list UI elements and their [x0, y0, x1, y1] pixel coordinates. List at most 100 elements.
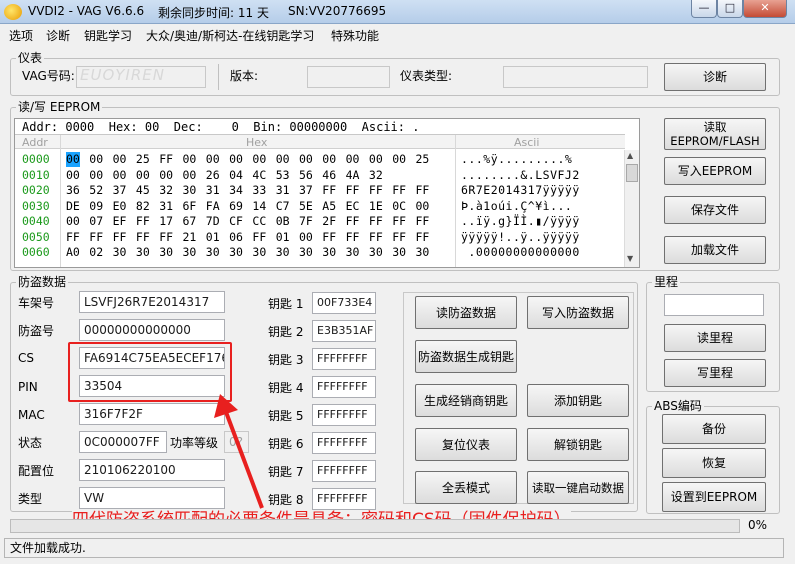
- hex-byte[interactable]: 07: [89, 214, 103, 229]
- hex-byte[interactable]: 09: [89, 199, 103, 214]
- hex-byte[interactable]: 00: [159, 168, 173, 183]
- minimize-button[interactable]: —: [691, 0, 717, 18]
- all-keys-lost-button[interactable]: 全丢模式: [415, 471, 517, 504]
- menu-online-key-learn[interactable]: 大众/奥迪/斯柯达-在线钥匙学习: [146, 27, 314, 44]
- hex-byte[interactable]: 37: [113, 183, 127, 198]
- key-field-4[interactable]: FFFFFFFF: [312, 376, 376, 398]
- hex-byte[interactable]: 01: [276, 230, 290, 245]
- hex-row[interactable]: 0060 A0 02 30 30 30 30 30 30 30 30 30 30 30 30 30 30 .00…: [22, 245, 622, 260]
- hex-byte[interactable]: FF: [136, 214, 150, 229]
- key-field-1[interactable]: 00F733E4: [312, 292, 376, 314]
- hex-byte[interactable]: 25: [416, 152, 430, 167]
- unlock-key-button[interactable]: 解锁钥匙: [527, 428, 629, 461]
- key-field-2[interactable]: E3B351AF: [312, 320, 376, 342]
- hex-byte[interactable]: 30: [369, 245, 383, 260]
- hex-byte[interactable]: 30: [346, 245, 360, 260]
- hex-row[interactable]: 0010 00 00 00 00 00 00 26 04 4C 53 56 46 4A 32........…: [22, 168, 622, 183]
- hex-row[interactable]: 0020 36 52 37 45 32 30 31 34 33 31 37 FF FF FF FF FF 6R7E…: [22, 183, 622, 198]
- hex-byte[interactable]: 46: [322, 168, 336, 183]
- hex-byte[interactable]: 02: [89, 245, 103, 260]
- hex-byte[interactable]: 0C: [392, 199, 406, 214]
- hex-byte[interactable]: 00: [229, 152, 243, 167]
- hex-byte[interactable]: 25: [136, 152, 150, 167]
- hex-byte[interactable]: FF: [66, 230, 80, 245]
- hex-byte[interactable]: 30: [183, 183, 197, 198]
- hex-row[interactable]: 0000 00 00 00 25 FF 00 00 00 00 00 00 00 00 00 00 25...%…: [22, 152, 622, 167]
- vin-field[interactable]: LSVFJ26R7E2014317: [79, 291, 225, 313]
- hex-byte[interactable]: 04: [229, 168, 243, 183]
- hex-byte[interactable]: 00: [276, 152, 290, 167]
- hex-byte[interactable]: 37: [299, 183, 313, 198]
- read-mileage-button[interactable]: 读里程: [664, 324, 766, 352]
- close-button[interactable]: ✕: [743, 0, 787, 18]
- hex-byte[interactable]: 2F: [322, 214, 336, 229]
- abs-restore-button[interactable]: 恢复: [662, 448, 766, 478]
- read-eeprom-button[interactable]: 读取 EEPROM/FLASH: [664, 118, 766, 150]
- scroll-thumb[interactable]: [626, 164, 638, 182]
- key-field-8[interactable]: FFFFFFFF: [312, 488, 376, 510]
- gen-dealer-key-button[interactable]: 生成经销商钥匙: [415, 384, 517, 417]
- read-keyless-data-button[interactable]: 读取一键启动数据: [527, 471, 629, 504]
- hex-row[interactable]: 0040 00 07 EF FF 17 67 7D CF CC 0B 7F 2F FF FF FF FF ..ïÿ…: [22, 214, 622, 229]
- hex-byte[interactable]: C7: [276, 199, 290, 214]
- write-mileage-button[interactable]: 写里程: [664, 359, 766, 387]
- hex-byte[interactable]: FF: [113, 230, 127, 245]
- add-key-button[interactable]: 添加钥匙: [527, 384, 629, 417]
- hex-byte[interactable]: A0: [66, 245, 80, 260]
- scroll-down-icon[interactable]: ▼: [627, 254, 633, 263]
- hex-byte[interactable]: FF: [136, 230, 150, 245]
- hex-byte[interactable]: 30: [113, 245, 127, 260]
- menu-options[interactable]: 选项: [9, 27, 33, 44]
- diagnose-button[interactable]: 诊断: [664, 63, 766, 91]
- write-immo-button[interactable]: 写入防盗数据: [527, 296, 629, 329]
- hex-row[interactable]: 0050 FF FF FF FF FF 21 01 06 FF 01 00 FF FF FF FF FF ÿÿÿÿ…: [22, 230, 622, 245]
- hex-byte[interactable]: 34: [229, 183, 243, 198]
- hex-byte[interactable]: FF: [322, 183, 336, 198]
- hex-byte[interactable]: FA: [206, 199, 220, 214]
- hex-byte[interactable]: 01: [206, 230, 220, 245]
- hex-byte[interactable]: 31: [159, 199, 173, 214]
- hex-byte[interactable]: 4C: [252, 168, 266, 183]
- hex-byte[interactable]: 30: [322, 245, 336, 260]
- hex-byte[interactable]: 30: [276, 245, 290, 260]
- mileage-field[interactable]: [664, 294, 764, 316]
- hex-byte[interactable]: 00: [252, 152, 266, 167]
- hex-byte[interactable]: FF: [416, 230, 430, 245]
- hex-byte[interactable]: 00: [66, 168, 80, 183]
- state-field[interactable]: 0C000007FF: [79, 431, 167, 453]
- hex-byte[interactable]: FF: [416, 214, 430, 229]
- key-field-6[interactable]: FFFFFFFF: [312, 432, 376, 454]
- hex-byte[interactable]: 14: [252, 199, 266, 214]
- menu-special-functions[interactable]: 特殊功能: [331, 27, 379, 44]
- hex-byte[interactable]: 21: [183, 230, 197, 245]
- immo-number-field[interactable]: 00000000000000: [79, 319, 225, 341]
- hex-byte[interactable]: 00: [136, 168, 150, 183]
- hex-byte[interactable]: 00: [299, 152, 313, 167]
- hex-byte[interactable]: 00: [113, 168, 127, 183]
- hex-byte[interactable]: 00: [299, 230, 313, 245]
- hex-byte[interactable]: 0B: [276, 214, 290, 229]
- hex-byte[interactable]: FF: [369, 183, 383, 198]
- hex-byte[interactable]: 00: [113, 152, 127, 167]
- hex-byte[interactable]: 4A: [346, 168, 360, 183]
- hex-byte[interactable]: A5: [322, 199, 336, 214]
- hex-byte[interactable]: FF: [346, 183, 360, 198]
- hex-byte[interactable]: 00: [66, 214, 80, 229]
- key-field-3[interactable]: FFFFFFFF: [312, 348, 376, 370]
- hex-byte[interactable]: FF: [346, 214, 360, 229]
- hex-byte[interactable]: 32: [369, 168, 383, 183]
- menu-diagnose[interactable]: 诊断: [46, 27, 70, 44]
- hex-byte[interactable]: FF: [392, 214, 406, 229]
- hex-byte[interactable]: FF: [252, 230, 266, 245]
- hex-byte[interactable]: 53: [276, 168, 290, 183]
- key-field-7[interactable]: FFFFFFFF: [312, 460, 376, 482]
- hex-byte[interactable]: 06: [229, 230, 243, 245]
- hex-scrollbar[interactable]: ▲ ▼: [624, 150, 639, 267]
- maximize-button[interactable]: □: [717, 0, 743, 18]
- hex-byte[interactable]: 00: [183, 168, 197, 183]
- hex-byte[interactable]: 00: [89, 168, 103, 183]
- hex-byte[interactable]: 17: [159, 214, 173, 229]
- set-to-eeprom-button[interactable]: 设置到EEPROM: [662, 482, 766, 512]
- hex-byte[interactable]: FF: [416, 183, 430, 198]
- hex-byte[interactable]: FF: [346, 230, 360, 245]
